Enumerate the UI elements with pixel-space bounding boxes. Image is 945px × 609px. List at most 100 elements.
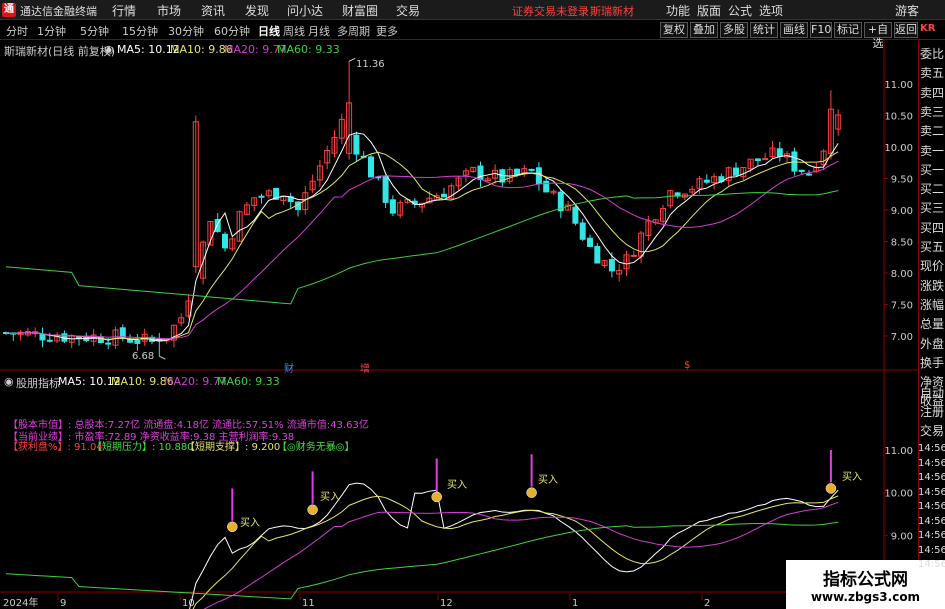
candle-body bbox=[630, 254, 637, 257]
sidebar-field-4: 卖二 bbox=[920, 124, 945, 139]
period-week[interactable]: 周线 bbox=[283, 23, 305, 39]
money-bag-icon bbox=[307, 504, 318, 515]
candle-body bbox=[762, 158, 769, 161]
huaxian-button[interactable]: 画线 bbox=[780, 22, 808, 38]
candle-body bbox=[733, 167, 739, 176]
sidebar-field-11: 现价 bbox=[920, 259, 945, 274]
kline-chart[interactable]: 11.00 10.50 10.00 9.50 9.00 8.50 8.00 7.50 7.00 1… bbox=[0, 40, 918, 609]
period-60min[interactable]: 60分钟 bbox=[214, 23, 250, 39]
menu-jiaoyi[interactable]: 交易 bbox=[396, 2, 420, 19]
menu-youke[interactable]: 游客 bbox=[895, 2, 919, 19]
app-title: 通达信金融终端 bbox=[20, 5, 97, 18]
menu-wenxiaoda[interactable]: 问小达 bbox=[287, 2, 323, 19]
sidebar-field-14: 总量 bbox=[920, 317, 945, 332]
f10-button[interactable]: F10 bbox=[810, 22, 832, 38]
fuquan-button[interactable]: 复权 bbox=[660, 22, 688, 38]
money-bag-icon bbox=[825, 483, 837, 494]
event-marker-zeng[interactable]: 增 bbox=[360, 360, 370, 375]
event-marker-dollar[interactable]: $ bbox=[684, 360, 690, 371]
candle-body bbox=[134, 340, 141, 344]
candle-body bbox=[594, 246, 601, 264]
sidebar-field-15: 外盘 bbox=[920, 336, 945, 351]
money-bag-icon bbox=[526, 487, 537, 498]
candle-body bbox=[806, 173, 812, 176]
period-day[interactable]: 日线 bbox=[258, 23, 280, 39]
period-1min[interactable]: 1分钟 bbox=[37, 23, 66, 39]
menu-zixun[interactable]: 资讯 bbox=[201, 2, 225, 19]
menu-caifuquan[interactable]: 财富圈 bbox=[342, 2, 378, 19]
sub-ma60-value: MA60: 9.33 bbox=[217, 375, 280, 388]
high-price-label: 11.36 bbox=[356, 59, 385, 70]
sub-axis-label: 11.00 bbox=[884, 446, 913, 457]
price-axis-label: 8.00 bbox=[891, 269, 913, 280]
candle-body bbox=[39, 334, 46, 341]
price-axis-label: 7.00 bbox=[891, 332, 913, 343]
candle-body bbox=[798, 169, 805, 172]
period-30min[interactable]: 30分钟 bbox=[168, 23, 204, 39]
sub-ma60-line bbox=[5, 521, 839, 600]
sidebar-field-7: 买二 bbox=[920, 182, 945, 197]
candle-body bbox=[776, 148, 783, 157]
sidebar-field-10: 买五 bbox=[920, 240, 945, 254]
menu-gongneng[interactable]: 功能 bbox=[666, 2, 690, 19]
sidebar-action-2[interactable]: 交易 bbox=[920, 423, 945, 439]
menu-gongshi[interactable]: 公式 bbox=[728, 2, 752, 19]
period-multi[interactable]: 多周期 bbox=[337, 23, 370, 39]
sidebar-field-6: 买一 bbox=[920, 162, 945, 177]
menu-shichang[interactable]: 市场 bbox=[157, 2, 181, 19]
period-15min[interactable]: 15分钟 bbox=[122, 23, 158, 39]
ma5-line bbox=[5, 132, 839, 342]
period-fenshi[interactable]: 分时 bbox=[6, 23, 28, 39]
candle-body bbox=[587, 237, 593, 247]
candle-body bbox=[382, 176, 389, 203]
sidebar-action-0[interactable]: 自动 bbox=[920, 385, 945, 401]
sidebar-field-0: 委比 bbox=[920, 47, 945, 61]
sidebar-field-1: 卖五 bbox=[920, 66, 945, 81]
candle-body bbox=[222, 233, 228, 249]
period-month[interactable]: 月线 bbox=[308, 23, 330, 39]
candle-body bbox=[754, 158, 761, 161]
biaoji-button[interactable]: 标记 bbox=[834, 22, 862, 38]
stock-name-link[interactable]: 斯瑞新材 bbox=[590, 3, 634, 19]
sidebar-field-9: 买四 bbox=[920, 220, 945, 235]
watermark-url: www.zbgs3.com bbox=[810, 590, 921, 604]
buy-signal-label: 买入 bbox=[320, 492, 340, 503]
candle-body bbox=[535, 167, 542, 185]
menu-banmian[interactable]: 版面 bbox=[697, 2, 721, 19]
sidebar-field-16: 换手 bbox=[920, 355, 945, 370]
period-more[interactable]: 更多 bbox=[376, 23, 398, 39]
time-tick: 14:56 bbox=[918, 443, 945, 454]
date-axis-label: 9 bbox=[60, 598, 66, 609]
buy-signal-label: 买入 bbox=[538, 475, 558, 486]
sidebar-action-1[interactable]: 注册 bbox=[920, 404, 945, 420]
sub-collapse-icon[interactable]: ◉ bbox=[4, 375, 14, 388]
low-marker bbox=[159, 355, 166, 360]
price-axis-label: 9.50 bbox=[891, 175, 913, 186]
sidebar-corner-label[interactable]: KR bbox=[920, 23, 935, 34]
diejia-button[interactable]: 叠加 bbox=[690, 22, 718, 38]
menu-faxian[interactable]: 发现 bbox=[245, 2, 269, 19]
collapse-icon[interactable]: ◉ bbox=[104, 43, 114, 56]
menu-xuanxiang[interactable]: 选项 bbox=[759, 2, 783, 19]
time-tick: 14:56 bbox=[918, 501, 945, 512]
info-finance-safe: 【◎财务无暴◎】 bbox=[277, 442, 355, 453]
candle-body bbox=[258, 195, 265, 198]
price-axis-label: 9.00 bbox=[891, 206, 913, 217]
tongji-button[interactable]: 统计 bbox=[750, 22, 778, 38]
price-axis-label: 10.00 bbox=[884, 143, 913, 154]
buy-signal-label: 买入 bbox=[240, 518, 260, 529]
candle-body bbox=[127, 339, 134, 343]
date-axis-label: 12 bbox=[440, 598, 453, 609]
sidebar-field-3: 卖三 bbox=[920, 104, 945, 119]
event-marker-cai[interactable]: 财 bbox=[284, 360, 294, 375]
add-watchlist-button[interactable]: +自选 bbox=[864, 22, 892, 50]
menu-hangqing[interactable]: 行情 bbox=[112, 2, 136, 19]
sub-ma5-line bbox=[189, 482, 839, 609]
back-button[interactable]: 返回 bbox=[894, 22, 918, 38]
date-axis-label: 2 bbox=[704, 598, 710, 609]
date-axis-label: 11 bbox=[302, 598, 315, 609]
period-5min[interactable]: 5分钟 bbox=[80, 23, 109, 39]
login-status[interactable]: 证券交易未登录 bbox=[512, 3, 589, 19]
duogu-button[interactable]: 多股 bbox=[720, 22, 748, 38]
candle-body bbox=[514, 168, 520, 175]
